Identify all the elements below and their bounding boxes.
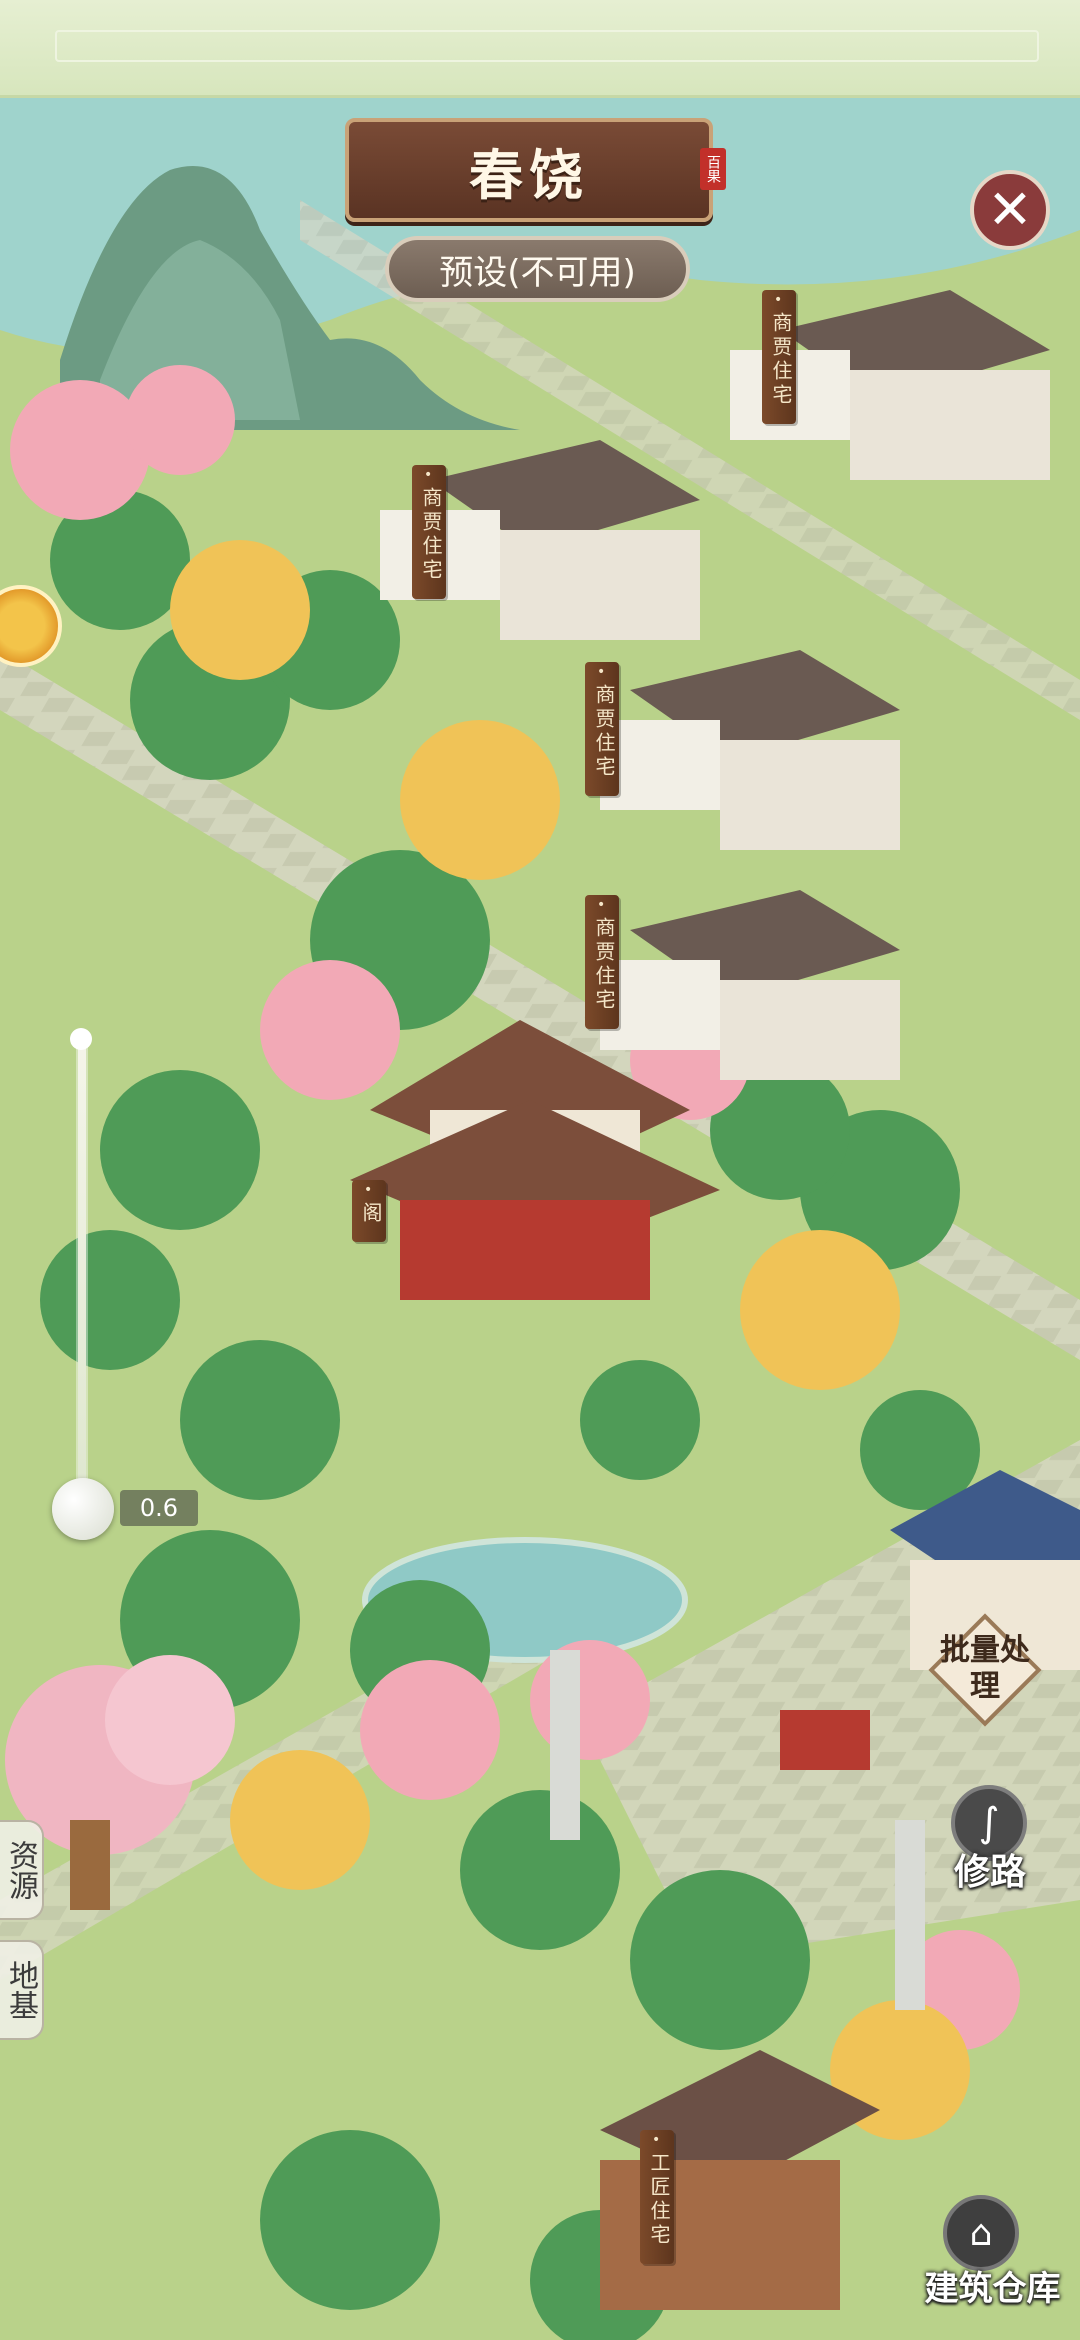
title-banner: 春饶 [345, 118, 713, 222]
building-tag-merchant-1[interactable]: 商贾住宅 [762, 290, 796, 424]
close-icon: ✕ [987, 178, 1033, 241]
building-tag-craftsman[interactable]: 工匠住宅 [640, 2130, 674, 2264]
build-road-label: 修路 [953, 1852, 1026, 1893]
warehouse-button[interactable]: ⌂ 建筑仓库 [905, 2195, 1080, 2335]
building-tag-merchant-2[interactable]: 商贾住宅 [412, 465, 446, 599]
seal-stamp: 百果 [700, 148, 726, 190]
city-map[interactable] [0, 0, 1080, 2340]
zoom-slider-track[interactable] [78, 1035, 86, 1495]
tab-foundation[interactable]: 地基 [0, 1940, 44, 2040]
build-road-button[interactable]: ∫ 修路 [935, 1785, 1045, 1895]
batch-process-button[interactable]: 批量处理 [928, 1613, 1042, 1727]
building-tag-pavilion[interactable]: 阁 [352, 1180, 386, 1242]
tab-resources[interactable]: 资源 [0, 1820, 44, 1920]
preset-button[interactable]: 预设(不可用) [385, 236, 690, 302]
status-bar [0, 0, 1080, 98]
close-button[interactable]: ✕ [970, 170, 1050, 250]
zoom-slider-top [70, 1028, 92, 1050]
zoom-value: 0.6 [120, 1490, 198, 1526]
page-title: 春饶 [469, 142, 589, 207]
building-tag-merchant-3[interactable]: 商贾住宅 [585, 662, 619, 796]
batch-process-label: 批量处理 [940, 1633, 1030, 1704]
zoom-slider-knob[interactable] [52, 1478, 114, 1540]
building-tag-merchant-4[interactable]: 商贾住宅 [585, 895, 619, 1029]
status-bar-frame [55, 30, 1039, 62]
warehouse-label: 建筑仓库 [924, 2269, 1061, 2309]
warehouse-icon: ⌂ [943, 2195, 1019, 2271]
